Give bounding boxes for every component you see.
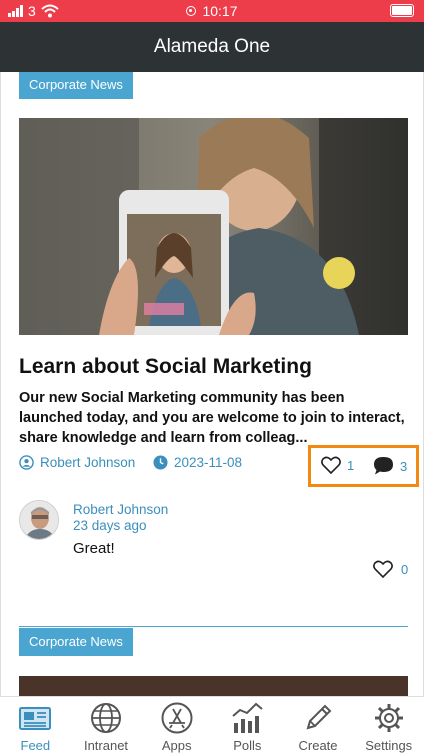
comment-author[interactable]: Robert Johnson	[73, 502, 168, 517]
post-date: 2023-11-08	[153, 455, 242, 470]
post-date-text: 2023-11-08	[174, 455, 243, 470]
post-image[interactable]	[19, 676, 408, 696]
comment-like-count: 0	[401, 561, 409, 577]
like-count: 1	[347, 457, 355, 473]
like-button[interactable]: 1	[321, 456, 354, 474]
tab-intranet[interactable]: Intranet	[71, 697, 142, 754]
tab-label: Create	[298, 738, 338, 753]
heart-icon	[321, 456, 341, 474]
post-title[interactable]: Learn about Social Marketing	[19, 355, 312, 379]
post-excerpt[interactable]: Our new Social Marketing community has b…	[19, 388, 409, 448]
comment-like-button[interactable]: 0	[373, 560, 408, 578]
comment-button[interactable]: 3	[373, 456, 407, 476]
post-author-name: Robert Johnson	[40, 455, 136, 470]
app-store-icon	[161, 702, 193, 734]
tab-label: Polls	[233, 738, 262, 753]
post-stats-highlight: 1 3	[308, 445, 419, 487]
post-image[interactable]	[19, 118, 408, 335]
clock-icon	[153, 455, 168, 470]
globe-icon	[91, 703, 121, 733]
chart-icon	[232, 702, 263, 733]
tab-create[interactable]: Create	[283, 697, 354, 754]
clock: 10:17	[202, 3, 238, 19]
app-title: Alameda One	[153, 36, 271, 57]
comment-count: 3	[400, 458, 408, 474]
post-photo	[19, 118, 408, 335]
tab-label: Settings	[365, 738, 413, 753]
app-header: Alameda One	[0, 22, 424, 72]
newspaper-icon	[19, 707, 52, 730]
post-author[interactable]: Robert Johnson	[19, 455, 135, 470]
battery-icon	[390, 4, 414, 17]
pencil-icon	[306, 704, 332, 730]
tab-settings[interactable]: Settings	[353, 697, 424, 754]
avatar[interactable]	[19, 500, 59, 540]
tab-label: Intranet	[83, 738, 129, 753]
tab-label: Feed	[20, 738, 51, 753]
category-tag[interactable]: Corporate News	[19, 628, 133, 656]
user-icon	[19, 455, 34, 470]
gear-icon	[374, 704, 403, 732]
divider	[19, 626, 408, 627]
tab-apps[interactable]: Apps	[141, 697, 212, 754]
tab-feed[interactable]: Feed	[0, 697, 71, 754]
status-bar: 3 10:17	[0, 0, 424, 22]
location-icon	[186, 6, 197, 16]
feed-content[interactable]: Corporate News Learn about Social Market…	[0, 72, 424, 696]
avatar-photo	[20, 501, 58, 539]
tab-polls[interactable]: Polls	[212, 697, 283, 754]
comment-text: Great!	[73, 540, 115, 557]
tab-bar: Feed Intranet Apps Polls Create Settings	[0, 696, 424, 754]
speech-bubble-icon	[374, 457, 393, 475]
comment-time: 23 days ago	[73, 518, 147, 533]
tab-label: Apps	[161, 738, 192, 753]
heart-icon	[373, 560, 393, 578]
category-tag[interactable]: Corporate News	[19, 72, 133, 99]
